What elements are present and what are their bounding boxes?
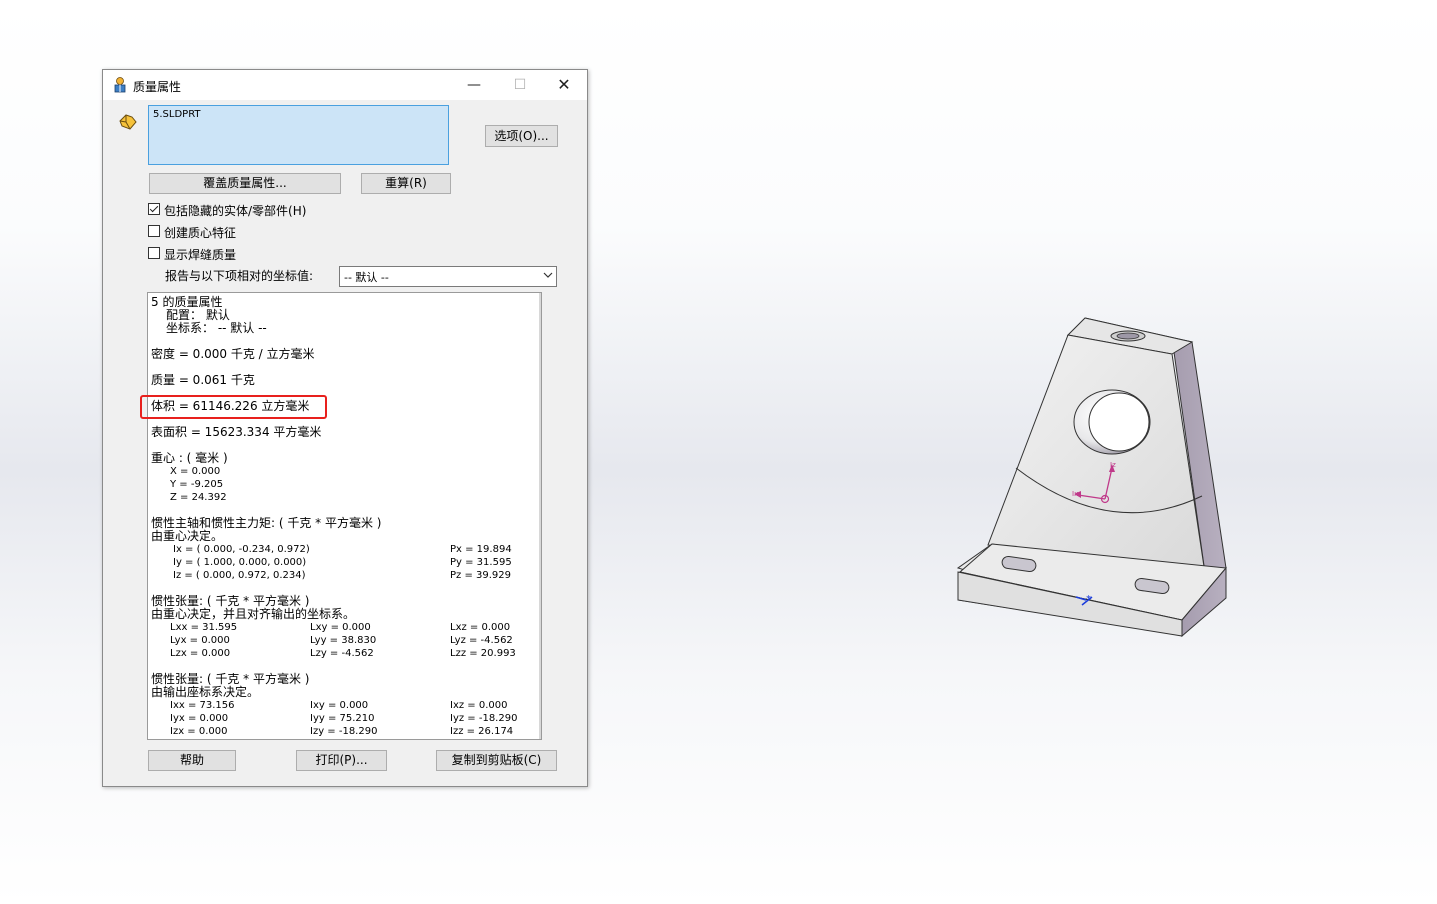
part-icon — [119, 114, 137, 130]
coordinate-system-select[interactable]: -- 默认 -- — [339, 266, 557, 287]
results-ixy: Ixy = 0.000 — [310, 700, 369, 711]
results-lzz: Lzz = 20.993 — [450, 648, 516, 659]
minimize-button[interactable]: — — [451, 70, 497, 100]
results-coordsys: 坐标系： -- 默认 -- — [166, 321, 267, 335]
results-iyx: Iyx = 0.000 — [170, 713, 229, 724]
create-com-checkbox[interactable] — [148, 225, 160, 237]
results-lyy: Lyy = 38.830 — [310, 635, 377, 646]
coordinate-system-label: 报告与以下项相对的坐标值: — [165, 269, 314, 283]
results-py: Py = 31.595 — [450, 557, 512, 568]
results-lxy: Lxy = 0.000 — [310, 622, 371, 633]
results-iyy: Iyy = 75.210 — [310, 713, 375, 724]
part-3d-model[interactable]: Iz Ix * — [950, 310, 1240, 650]
show-weld-checkbox[interactable] — [148, 247, 160, 259]
results-lyx: Lyx = 0.000 — [170, 635, 230, 646]
volume-highlight-box — [140, 395, 327, 419]
results-surface-area: 表面积 = 15623.334 平方毫米 — [151, 425, 322, 439]
results-px: Px = 19.894 — [450, 544, 512, 555]
results-izx: Izx = 0.000 — [170, 726, 228, 737]
mass-properties-results[interactable]: 5 的质量属性 配置： 默认 坐标系： -- 默认 -- 密度 = 0.000 … — [147, 292, 542, 740]
results-density: 密度 = 0.000 千克 / 立方毫米 — [151, 347, 315, 361]
options-button[interactable]: 选项(O)... — [485, 125, 558, 147]
results-lxx: Lxx = 31.595 — [170, 622, 238, 633]
results-com-y: Y = -9.205 — [170, 479, 224, 490]
results-ixx: Ixx = 73.156 — [170, 700, 235, 711]
copy-to-clipboard-button[interactable]: 复制到剪贴板(C) — [436, 750, 557, 771]
results-com-x: X = 0.000 — [170, 466, 221, 477]
print-button[interactable]: 打印(P)... — [296, 750, 387, 771]
triad-x-label: Ix — [1072, 490, 1078, 498]
results-lyz: Lyz = -4.562 — [450, 635, 513, 646]
results-iyz: Iyz = -18.290 — [450, 713, 518, 724]
results-ix: Ix = ( 0.000, -0.234, 0.972) — [173, 544, 310, 555]
results-scrollbar[interactable] — [539, 293, 541, 739]
recalculate-button[interactable]: 重算(R) — [361, 173, 451, 194]
show-weld-label[interactable]: 显示焊缝质量 — [164, 246, 236, 263]
results-com-heading: 重心 : ( 毫米 ) — [151, 451, 228, 465]
results-izy: Izy = -18.290 — [310, 726, 378, 737]
create-com-label[interactable]: 创建质心特征 — [164, 224, 236, 241]
mass-properties-icon — [114, 77, 126, 93]
triad-z-label: Iz — [1110, 461, 1116, 469]
include-hidden-checkbox[interactable] — [148, 203, 160, 215]
results-lzy: Lzy = -4.562 — [310, 648, 374, 659]
results-lzx: Lzx = 0.000 — [170, 648, 231, 659]
results-ixz: Ixz = 0.000 — [450, 700, 508, 711]
title-bar[interactable]: 质量属性 — ☐ ✕ — [103, 70, 587, 100]
selected-file-item[interactable]: 5.SLDPRT — [153, 109, 201, 120]
results-com-z: Z = 24.392 — [170, 492, 227, 503]
results-tensor-com-sub: 由重心决定，并且对齐输出的坐标系。 — [151, 607, 356, 621]
results-tensor-out-sub: 由输出座标系决定。 — [151, 685, 260, 699]
include-hidden-label[interactable]: 包括隐藏的实体/零部件(H) — [164, 202, 306, 219]
results-pz: Pz = 39.929 — [450, 570, 512, 581]
selected-items-list[interactable]: 5.SLDPRT — [148, 105, 449, 165]
coordinate-system-value: -- 默认 -- — [344, 271, 389, 284]
override-mass-properties-button[interactable]: 覆盖质量属性... — [149, 173, 341, 194]
help-button[interactable]: 帮助 — [148, 750, 236, 771]
results-izz: Izz = 26.174 — [450, 726, 514, 737]
results-iy: Iy = ( 1.000, 0.000, 0.000) — [173, 557, 307, 568]
close-button[interactable]: ✕ — [541, 70, 587, 100]
maximize-button[interactable]: ☐ — [497, 70, 543, 100]
results-mass: 质量 = 0.061 千克 — [151, 373, 255, 387]
mass-properties-dialog: 质量属性 — ☐ ✕ 5.SLDPRT 选项(O)... 覆盖质量属性... 重… — [102, 69, 588, 787]
chevron-down-icon — [543, 272, 553, 278]
results-iz: Iz = ( 0.000, 0.972, 0.234) — [173, 570, 306, 581]
svg-text:*: * — [1086, 594, 1091, 605]
results-lxz: Lxz = 0.000 — [450, 622, 511, 633]
dialog-title: 质量属性 — [133, 80, 182, 94]
results-principal-sub: 由重心决定。 — [151, 529, 224, 543]
